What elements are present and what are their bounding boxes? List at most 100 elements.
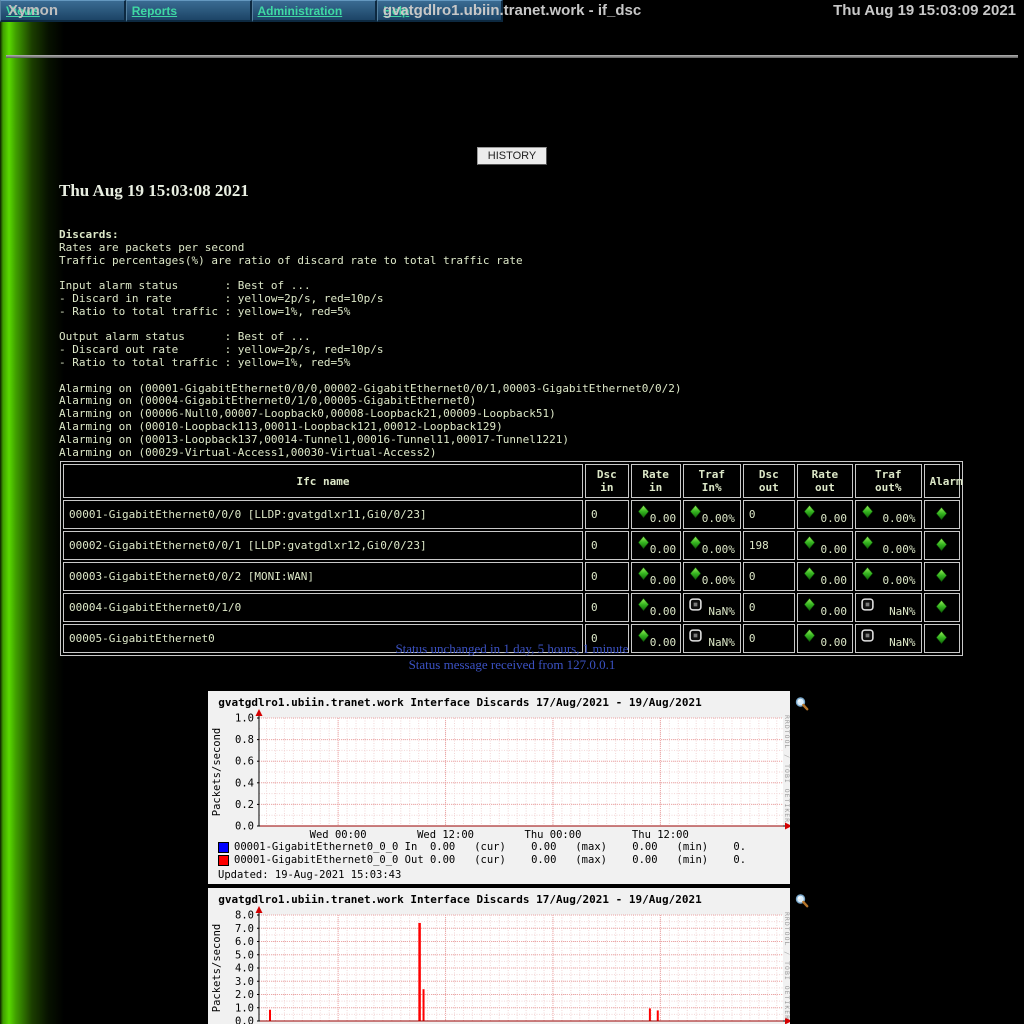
- svg-text:0.8: 0.8: [235, 734, 254, 746]
- status-ok-icon: [637, 567, 650, 580]
- rate-in-cell: 0.00: [631, 531, 681, 560]
- status-ok-icon: [861, 505, 874, 518]
- dsc-out-cell: 198: [743, 531, 795, 560]
- legend-text: 00001-GigabitEthernet0_0_0 In 0.00 (cur)…: [234, 842, 746, 853]
- dsc-in-cell: 0: [585, 500, 629, 529]
- rate-in-cell-value: 0.00: [650, 605, 677, 618]
- status-ok-icon: [689, 567, 702, 580]
- discard-spike: [657, 1010, 659, 1021]
- status-ok-icon: [689, 505, 702, 518]
- zoom-magnifier-icon-1[interactable]: [795, 697, 810, 712]
- alarm-cell: [924, 500, 960, 529]
- status-ok-icon: [803, 536, 816, 549]
- discards-label: Discards:: [59, 228, 119, 241]
- table-row: 00001-GigabitEthernet0/0/0 [LLDP:gvatgdl…: [63, 500, 960, 529]
- header-datetime: Thu Aug 19 15:03:09 2021: [833, 2, 1016, 19]
- graph-updated-line: Updated: 19-Aug-2021 15:03:43: [218, 869, 401, 881]
- history-button[interactable]: HISTORY: [477, 147, 548, 165]
- rate-in-cell: 0.00: [631, 593, 681, 622]
- status-received-note: Status message received from 127.0.0.1: [0, 657, 1024, 673]
- status-clear-icon: [861, 598, 874, 611]
- traf-out-cell: 0.00%: [855, 562, 922, 591]
- status-timestamp: Thu Aug 19 15:03:08 2021: [59, 181, 249, 201]
- rate-in-cell: 0.00: [631, 562, 681, 591]
- graph-title: gvatgdlro1.ubiin.tranet.work Interface D…: [218, 893, 702, 906]
- status-unchanged-note: Status unchanged in 1 day, 5 hours, 1 mi…: [0, 641, 1024, 657]
- traf-in-cell: 0.00%: [683, 531, 741, 560]
- traf-out-cell: 0.00%: [855, 500, 922, 529]
- rate-out-cell-value: 0.00: [821, 574, 848, 587]
- graph-legend-row: 00001-GigabitEthernet0_0_0 Out 0.00 (cur…: [218, 855, 746, 866]
- discard-spike: [269, 1010, 271, 1021]
- traf-in-cell-value: 0.00%: [702, 543, 735, 556]
- status-ok-icon: [803, 598, 816, 611]
- alarm-cell: [924, 531, 960, 560]
- col-dsc-out: Dsc out: [743, 464, 795, 498]
- dsc-in-cell: 0: [585, 593, 629, 622]
- dsc-out-cell: 0: [743, 593, 795, 622]
- rate-out-cell-value: 0.00: [821, 512, 848, 525]
- status-footer-notes: Status unchanged in 1 day, 5 hours, 1 mi…: [0, 641, 1024, 673]
- status-ok-icon: [935, 600, 948, 613]
- interface-table: Ifc name Dsc in Rate in Traf In% Dsc out…: [60, 461, 963, 656]
- traf-in-cell: NaN%: [683, 593, 741, 622]
- svg-text:6.0: 6.0: [235, 936, 254, 948]
- discard-spike: [649, 1008, 651, 1021]
- traf-out-cell-value: 0.00%: [882, 512, 915, 525]
- col-ifc-name: Ifc name: [63, 464, 583, 498]
- rate-out-cell: 0.00: [797, 562, 853, 591]
- svg-text:0.2: 0.2: [235, 799, 254, 811]
- ifc-name-cell: 00001-GigabitEthernet0/0/0 [LLDP:gvatgdl…: [63, 500, 583, 529]
- ifc-name-cell: 00004-GigabitEthernet0/1/0: [63, 593, 583, 622]
- status-ok-icon: [637, 505, 650, 518]
- rrd-graph-2[interactable]: 8.07.06.05.04.03.02.01.00.0gvatgdlro1.ub…: [208, 888, 790, 1024]
- status-message-lines: Rates are packets per second Traffic per…: [59, 241, 682, 459]
- graph-canvas: 8.07.06.05.04.03.02.01.00.0gvatgdlro1.ub…: [208, 888, 790, 1024]
- svg-text:2.0: 2.0: [235, 989, 254, 1001]
- svg-text:3.0: 3.0: [235, 976, 254, 988]
- xymon-page: Views Reports Administration Help Xymon …: [0, 0, 1024, 1024]
- col-dsc-in: Dsc in: [585, 464, 629, 498]
- traf-in-cell: 0.00%: [683, 500, 741, 529]
- magnifier-glyph: [795, 894, 810, 909]
- dsc-out-cell: 0: [743, 562, 795, 591]
- status-ok-icon: [861, 567, 874, 580]
- dsc-in-cell: 0: [585, 562, 629, 591]
- status-message-text: Discards: Rates are packets per second T…: [59, 229, 682, 459]
- rate-out-cell: 0.00: [797, 500, 853, 529]
- rate-out-cell: 0.00: [797, 531, 853, 560]
- svg-text:Wed 00:00: Wed 00:00: [310, 829, 367, 841]
- rate-in-cell: 0.00: [631, 500, 681, 529]
- status-ok-icon: [689, 536, 702, 549]
- col-alarm: Alarm: [924, 464, 960, 498]
- col-rate-in: Rate in: [631, 464, 681, 498]
- col-traf-out: Traf out%: [855, 464, 922, 498]
- traf-in-cell-value: 0.00%: [702, 574, 735, 587]
- rrd-graph-1[interactable]: 1.00.80.60.40.20.0Wed 00:00Wed 12:00Thu …: [208, 691, 790, 884]
- rrdtool-watermark: RRDTOOL / TOBI OETIKER: [783, 912, 790, 1020]
- alarm-cell: [924, 593, 960, 622]
- status-ok-icon: [861, 536, 874, 549]
- svg-text:5.0: 5.0: [235, 949, 254, 961]
- status-ok-icon: [803, 505, 816, 518]
- zoom-magnifier-icon-2[interactable]: [795, 894, 810, 909]
- svg-text:1.0: 1.0: [235, 1002, 254, 1014]
- traf-in-cell-value: NaN%: [708, 605, 735, 618]
- traf-in-cell: 0.00%: [683, 562, 741, 591]
- legend-swatch-icon: [218, 842, 229, 853]
- graph-legend-row: 00001-GigabitEthernet0_0_0 In 0.00 (cur)…: [218, 842, 746, 853]
- table-header-row: Ifc name Dsc in Rate in Traf In% Dsc out…: [63, 464, 960, 498]
- rate-in-cell-value: 0.00: [650, 512, 677, 525]
- legend-text: 00001-GigabitEthernet0_0_0 Out 0.00 (cur…: [234, 855, 746, 866]
- table-row: 00004-GigabitEthernet0/1/000.00NaN%00.00…: [63, 593, 960, 622]
- status-ok-icon: [637, 598, 650, 611]
- table-row: 00003-GigabitEthernet0/0/2 [MONI:WAN]00.…: [63, 562, 960, 591]
- rrdtool-watermark: RRDTOOL / TOBI OETIKER: [783, 715, 790, 823]
- rate-out-cell-value: 0.00: [821, 605, 848, 618]
- svg-text:4.0: 4.0: [235, 963, 254, 975]
- svg-text:1.0: 1.0: [235, 713, 254, 725]
- svg-text:Wed 12:00: Wed 12:00: [417, 829, 474, 841]
- traf-out-cell-value: 0.00%: [882, 543, 915, 556]
- traf-out-cell: 0.00%: [855, 531, 922, 560]
- table-row: 00002-GigabitEthernet0/0/1 [LLDP:gvatgdl…: [63, 531, 960, 560]
